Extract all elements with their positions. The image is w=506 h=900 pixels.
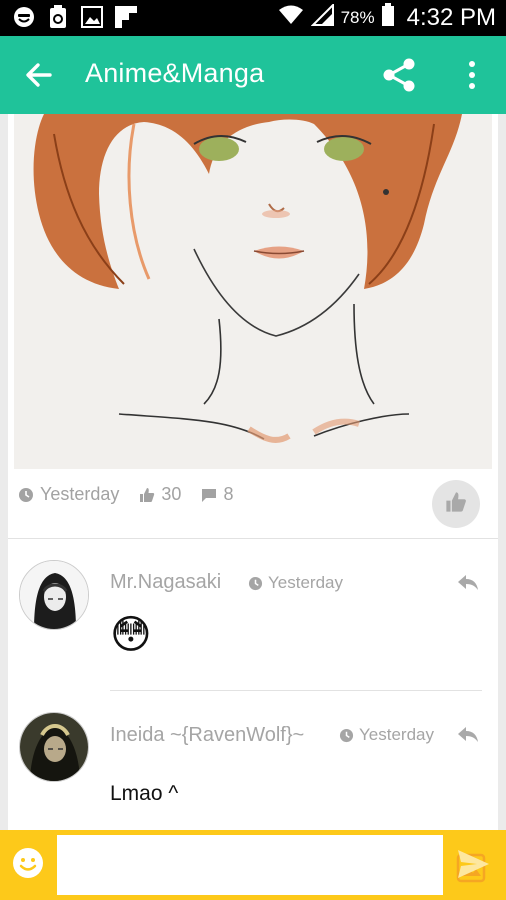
clock-icon <box>248 576 263 590</box>
share-icon[interactable] <box>380 56 418 94</box>
avatar[interactable] <box>19 560 89 630</box>
comment-time: Yesterday <box>248 573 343 593</box>
emoji-notification-icon <box>12 5 36 29</box>
app-bar: Anime&Manga <box>0 36 506 114</box>
like-count: 30 <box>161 484 182 504</box>
emoji-icon[interactable] <box>12 847 44 879</box>
comment-icon <box>201 487 217 503</box>
clock-icon <box>339 728 354 742</box>
post-time: Yesterday <box>40 484 120 504</box>
comment-divider <box>110 690 482 691</box>
comment-text: 😳 <box>110 613 152 657</box>
comment-input-bar <box>0 830 506 900</box>
avatar[interactable] <box>19 712 89 782</box>
battery-percent: 78% <box>340 8 375 27</box>
gallery-icon <box>80 5 104 29</box>
battery-icon <box>381 3 395 33</box>
flipboard-icon <box>114 5 138 29</box>
comment-input[interactable] <box>57 835 486 895</box>
like-button[interactable] <box>432 480 480 528</box>
comment-author[interactable]: Mr.Nagasaki <box>110 571 221 594</box>
clock-icon <box>18 487 34 503</box>
post-image[interactable] <box>14 114 492 469</box>
clock: 4:32 PM <box>406 4 496 31</box>
post-content: Yesterday 30 8 Mr.Nagasaki Yesterday 😳 I… <box>8 114 498 830</box>
comment-author[interactable]: Ineida ~{RavenWolf}~ <box>110 724 304 747</box>
signal-icon <box>310 2 335 32</box>
post-meta: Yesterday 30 8 <box>18 484 233 505</box>
reply-icon[interactable] <box>456 570 480 594</box>
divider <box>8 538 498 539</box>
more-options-icon[interactable] <box>456 58 488 92</box>
page-title: Anime&Manga <box>85 58 265 88</box>
send-icon[interactable] <box>455 846 491 882</box>
status-bar: 78% 4:32 PM <box>0 0 506 36</box>
comment-text: Lmao ^ <box>110 782 179 805</box>
back-arrow-icon[interactable] <box>22 58 56 92</box>
comment-time: Yesterday <box>339 725 434 745</box>
battery-saver-icon <box>46 5 70 29</box>
thumbs-up-icon <box>445 491 467 518</box>
reply-icon[interactable] <box>456 722 480 746</box>
wifi-icon <box>277 4 305 32</box>
comment-count: 8 <box>223 484 234 504</box>
thumbs-up-icon <box>139 487 155 503</box>
